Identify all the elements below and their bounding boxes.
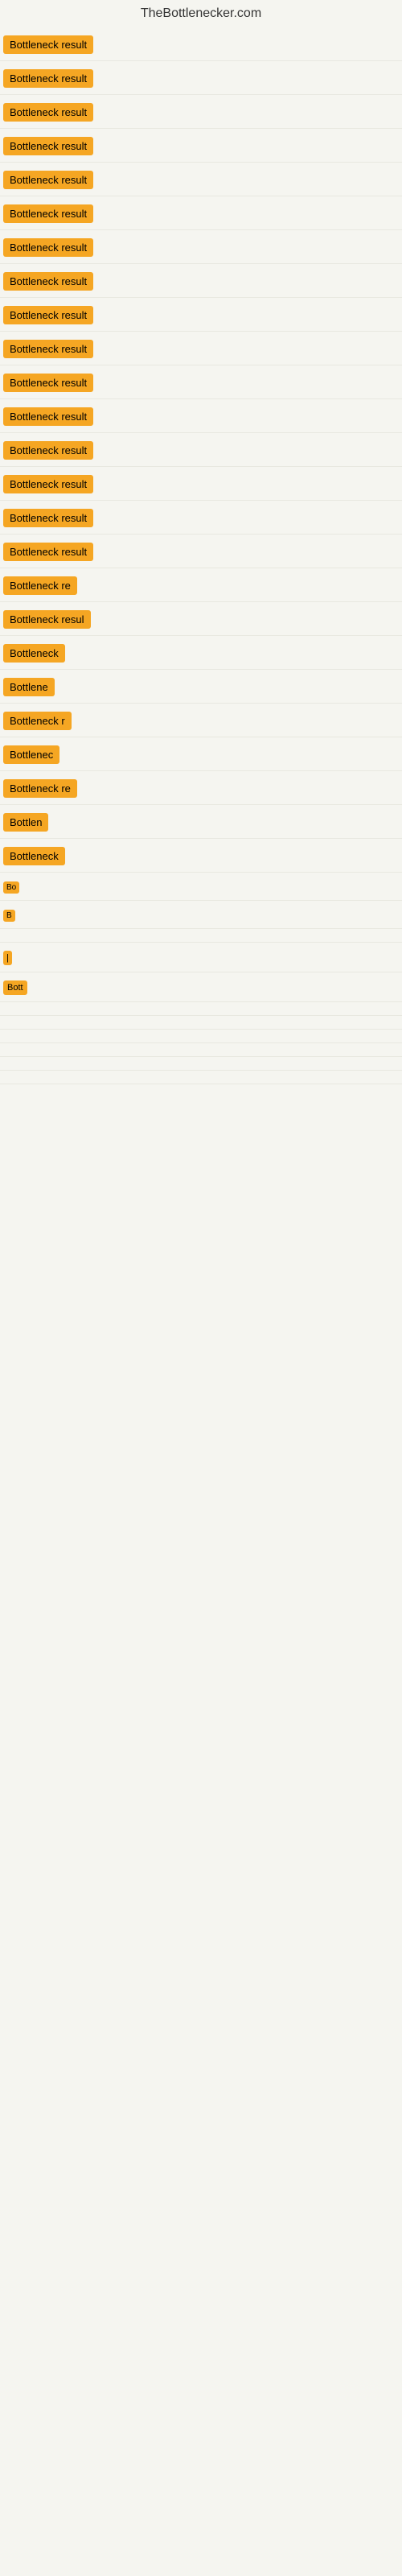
bottleneck-row-13: Bottleneck result	[0, 433, 402, 467]
bottleneck-row-29: |	[0, 943, 402, 972]
bottleneck-row-24: Bottlen	[0, 805, 402, 839]
bottleneck-row-33	[0, 1030, 402, 1043]
bottleneck-badge-19[interactable]: Bottleneck	[3, 644, 65, 663]
bottleneck-badge-21[interactable]: Bottleneck r	[3, 712, 72, 730]
bottleneck-row-17: Bottleneck re	[0, 568, 402, 602]
bottleneck-badge-8[interactable]: Bottleneck result	[3, 272, 93, 291]
bottleneck-badge-15[interactable]: Bottleneck result	[3, 509, 93, 527]
bottleneck-badge-24[interactable]: Bottlen	[3, 813, 48, 832]
bottleneck-badge-26[interactable]: Bo	[3, 881, 19, 894]
bottleneck-row-5: Bottleneck result	[0, 163, 402, 196]
main-container: TheBottlenecker.com Bottleneck resultBot…	[0, 0, 402, 1084]
bottleneck-row-34	[0, 1043, 402, 1057]
bottleneck-badge-20[interactable]: Bottlene	[3, 678, 55, 696]
bottleneck-badge-9[interactable]: Bottleneck result	[3, 306, 93, 324]
bottleneck-badge-13[interactable]: Bottleneck result	[3, 441, 93, 460]
bottleneck-row-28	[0, 929, 402, 943]
bottleneck-row-12: Bottleneck result	[0, 399, 402, 433]
bottleneck-row-23: Bottleneck re	[0, 771, 402, 805]
bottleneck-row-6: Bottleneck result	[0, 196, 402, 230]
bottleneck-badge-16[interactable]: Bottleneck result	[3, 543, 93, 561]
bottleneck-row-27: B	[0, 901, 402, 929]
bottleneck-badge-25[interactable]: Bottleneck	[3, 847, 65, 865]
bottleneck-row-22: Bottlenec	[0, 737, 402, 771]
bottleneck-row-16: Bottleneck result	[0, 535, 402, 568]
bottleneck-badge-22[interactable]: Bottlenec	[3, 745, 59, 764]
bottleneck-row-2: Bottleneck result	[0, 61, 402, 95]
bottleneck-badge-10[interactable]: Bottleneck result	[3, 340, 93, 358]
bottleneck-row-21: Bottleneck r	[0, 704, 402, 737]
bottleneck-badge-17[interactable]: Bottleneck re	[3, 576, 77, 595]
bottleneck-badge-5[interactable]: Bottleneck result	[3, 171, 93, 189]
bottleneck-badge-7[interactable]: Bottleneck result	[3, 238, 93, 257]
bottleneck-row-7: Bottleneck result	[0, 230, 402, 264]
bottleneck-badge-29[interactable]: |	[3, 951, 12, 965]
bottleneck-badge-1[interactable]: Bottleneck result	[3, 35, 93, 54]
bottleneck-row-31	[0, 1002, 402, 1016]
bottleneck-row-30: Bott	[0, 972, 402, 1002]
bottleneck-row-32	[0, 1016, 402, 1030]
bottleneck-row-9: Bottleneck result	[0, 298, 402, 332]
bottleneck-badge-11[interactable]: Bottleneck result	[3, 374, 93, 392]
bottleneck-row-3: Bottleneck result	[0, 95, 402, 129]
bottleneck-badge-2[interactable]: Bottleneck result	[3, 69, 93, 88]
bottleneck-row-11: Bottleneck result	[0, 365, 402, 399]
bottleneck-row-15: Bottleneck result	[0, 501, 402, 535]
bottleneck-badge-14[interactable]: Bottleneck result	[3, 475, 93, 493]
bottleneck-row-4: Bottleneck result	[0, 129, 402, 163]
bottleneck-row-20: Bottlene	[0, 670, 402, 704]
bottleneck-badge-30[interactable]: Bott	[3, 980, 27, 995]
bottleneck-row-19: Bottleneck	[0, 636, 402, 670]
bottleneck-badge-18[interactable]: Bottleneck resul	[3, 610, 91, 629]
bottleneck-row-35	[0, 1057, 402, 1071]
bottleneck-row-26: Bo	[0, 873, 402, 901]
bottleneck-badge-6[interactable]: Bottleneck result	[3, 204, 93, 223]
bottleneck-badge-27[interactable]: B	[3, 910, 15, 922]
bottleneck-row-25: Bottleneck	[0, 839, 402, 873]
bottleneck-badge-3[interactable]: Bottleneck result	[3, 103, 93, 122]
bottleneck-row-8: Bottleneck result	[0, 264, 402, 298]
bottleneck-row-14: Bottleneck result	[0, 467, 402, 501]
bottleneck-row-18: Bottleneck resul	[0, 602, 402, 636]
bottleneck-row-10: Bottleneck result	[0, 332, 402, 365]
bottleneck-badge-23[interactable]: Bottleneck re	[3, 779, 77, 798]
bottleneck-badge-12[interactable]: Bottleneck result	[3, 407, 93, 426]
bottleneck-badge-4[interactable]: Bottleneck result	[3, 137, 93, 155]
items-list: Bottleneck result Bottleneck result Bottle…	[0, 27, 402, 1084]
page-title: TheBottlenecker.com	[0, 0, 402, 27]
bottleneck-row-1: Bottleneck result	[0, 27, 402, 61]
bottleneck-row-36	[0, 1071, 402, 1084]
